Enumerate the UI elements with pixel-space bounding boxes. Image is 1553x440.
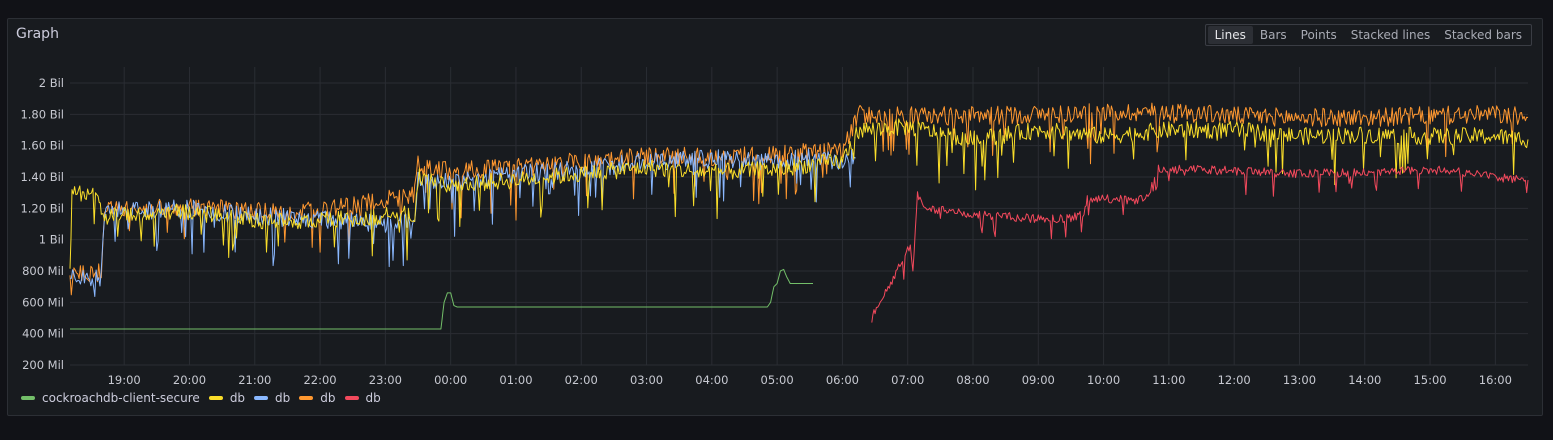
x-tick-label: 06:00 xyxy=(826,373,859,387)
x-tick-label: 05:00 xyxy=(761,373,794,387)
x-axis: 19:00 20:00 21:00 22:00 23:00 00:00 01:00 02:00… xyxy=(108,373,1512,387)
legend-label: db xyxy=(229,391,246,405)
legend-label: db xyxy=(320,391,336,405)
x-tick-label: 02:00 xyxy=(565,373,598,387)
x-tick-label: 22:00 xyxy=(303,373,336,387)
series-line[interactable] xyxy=(69,148,856,297)
y-tick-label: 1.80 Bil xyxy=(20,107,64,121)
chart-legend: cockroachdb-client-secure db db db db xyxy=(21,391,390,405)
x-tick-label: 14:00 xyxy=(1348,373,1381,387)
y-tick-label: 1 Bil xyxy=(39,233,64,247)
legend-swatch xyxy=(208,396,223,400)
legend-label: db xyxy=(275,391,291,405)
y-tick-label: 600 Mil xyxy=(22,295,64,309)
legend-swatch xyxy=(299,396,314,400)
legend-label: cockroachdb-client-secure xyxy=(42,391,200,405)
y-tick-label: 1.60 Bil xyxy=(20,139,64,153)
graph-panel: Graph Lines Bars Points Stacked lines St… xyxy=(7,18,1543,416)
legend-label: db xyxy=(365,391,381,405)
x-tick-label: 07:00 xyxy=(891,373,924,387)
legend-item[interactable]: db xyxy=(299,391,336,405)
y-tick-label: 800 Mil xyxy=(22,264,64,278)
legend-item[interactable]: cockroachdb-client-secure xyxy=(21,391,200,405)
x-tick-label: 03:00 xyxy=(630,373,663,387)
y-tick-label: 2 Bil xyxy=(39,76,64,90)
x-tick-label: 08:00 xyxy=(956,373,989,387)
legend-swatch xyxy=(344,396,359,400)
x-tick-label: 12:00 xyxy=(1218,373,1251,387)
y-tick-label: 1.20 Bil xyxy=(20,201,64,215)
x-tick-label: 10:00 xyxy=(1087,373,1120,387)
x-tick-label: 21:00 xyxy=(238,373,271,387)
x-tick-label: 16:00 xyxy=(1479,373,1512,387)
series-line[interactable] xyxy=(70,268,813,330)
x-tick-label: 04:00 xyxy=(695,373,728,387)
x-tick-label: 09:00 xyxy=(1022,373,1055,387)
line-chart[interactable]: 200 Mil 400 Mil 600 Mil 800 Mil 1 Bil 1.20 Bi… xyxy=(8,19,1542,415)
legend-item[interactable]: db xyxy=(344,391,381,405)
x-tick-label: 23:00 xyxy=(369,373,402,387)
legend-swatch xyxy=(21,396,35,400)
x-tick-label: 11:00 xyxy=(1152,373,1185,387)
series-line[interactable] xyxy=(69,118,1529,269)
x-tick-label: 00:00 xyxy=(434,373,467,387)
y-tick-label: 400 Mil xyxy=(22,327,64,341)
y-tick-label: 1.40 Bil xyxy=(20,170,64,184)
x-tick-label: 01:00 xyxy=(499,373,532,387)
x-tick-label: 19:00 xyxy=(108,373,141,387)
x-tick-label: 13:00 xyxy=(1283,373,1316,387)
legend-swatch xyxy=(254,396,269,400)
y-tick-label: 200 Mil xyxy=(22,358,64,372)
chart-series xyxy=(69,102,1529,330)
legend-item[interactable]: db xyxy=(208,391,246,405)
y-axis: 200 Mil 400 Mil 600 Mil 800 Mil 1 Bil 1.20 Bi… xyxy=(20,76,64,372)
legend-item[interactable]: db xyxy=(254,391,290,405)
x-tick-label: 20:00 xyxy=(173,373,206,387)
x-tick-label: 15:00 xyxy=(1413,373,1446,387)
